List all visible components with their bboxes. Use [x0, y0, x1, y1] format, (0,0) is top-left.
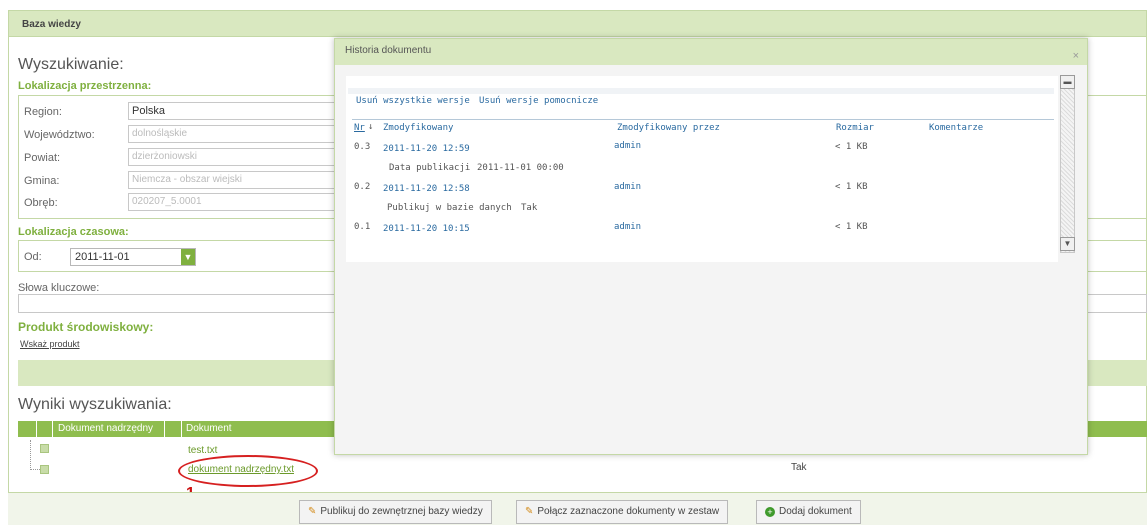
county-label: Powiat:	[24, 152, 61, 164]
delete-minor-versions-link[interactable]: Usuń wersje pomocnicze	[479, 96, 598, 106]
app-title: Baza wiedzy	[22, 19, 81, 30]
actions-strip	[348, 88, 1054, 94]
delete-all-versions-link[interactable]: Usuń wszystkie wersje	[356, 96, 470, 106]
column-modified-by[interactable]: Zmodyfikowany przez	[617, 123, 720, 133]
pencil-icon: ✎	[525, 506, 534, 517]
column-size[interactable]: Rozmiar	[836, 123, 874, 133]
merge-button[interactable]: ✎ Połącz zaznaczone dokumenty w zestaw	[516, 500, 729, 524]
row-checkbox[interactable]	[40, 465, 49, 474]
temporal-section-title: Lokalizacja czasowa:	[18, 226, 129, 238]
voivodeship-label: Województwo:	[24, 129, 95, 141]
document-link-test[interactable]: test.txt	[188, 445, 217, 456]
scroll-down-icon[interactable]: ▼	[1060, 237, 1075, 251]
spatial-section-title: Lokalizacja przestrzenna:	[18, 80, 152, 92]
version-detail-value: 2011-11-01 00:00	[477, 163, 564, 173]
region-label: Region:	[24, 106, 62, 118]
column-document: Dokument	[186, 423, 232, 434]
from-label: Od:	[24, 251, 42, 263]
scroll-up-icon[interactable]: ▬	[1060, 75, 1075, 89]
county-select[interactable]: dzierżoniowski	[128, 148, 338, 166]
modal-title: Historia dokumentu	[345, 45, 432, 56]
tree-connector	[30, 440, 40, 470]
publish-button-label: Publikuj do zewnętrznej bazy wiedzy	[320, 506, 483, 517]
version-size: < 1 KB	[835, 182, 868, 192]
modal-empty-area	[346, 262, 1072, 437]
voivodeship-select[interactable]: dolnośląskie	[128, 125, 338, 143]
version-size: < 1 KB	[835, 142, 868, 152]
from-date-input[interactable]: 2011-11-01	[70, 248, 196, 266]
app-title-bar: Baza wiedzy	[8, 10, 1147, 37]
publish-button[interactable]: ✎ Publikuj do zewnętrznej bazy wiedzy	[299, 500, 492, 524]
version-detail-value: Tak	[521, 203, 538, 213]
version-author[interactable]: admin	[614, 182, 641, 192]
pencil-icon: ✎	[308, 506, 317, 517]
plus-circle-icon: +	[765, 507, 775, 517]
region-select[interactable]: Polska	[128, 102, 338, 120]
version-author[interactable]: admin	[614, 141, 641, 151]
version-nr: 0.1	[354, 222, 371, 232]
select-product-link[interactable]: Wskaż produkt	[20, 339, 80, 349]
column-modified[interactable]: Zmodyfikowany	[383, 123, 453, 133]
annotation-oval	[178, 455, 318, 487]
version-date-link[interactable]: 2011-11-20 10:15	[383, 224, 470, 234]
product-section-title: Produkt środowiskowy:	[18, 320, 154, 334]
column-nr[interactable]: Nr	[354, 123, 365, 133]
precinct-select[interactable]: 020207_5.0001	[128, 193, 338, 211]
commune-select[interactable]: Niemcza - obszar wiejski	[128, 171, 338, 189]
version-detail-label: Data publikacji	[389, 163, 471, 173]
header-divider	[352, 119, 1054, 120]
version-nr: 0.2	[354, 182, 371, 192]
version-detail-label: Publikuj w bazie danych	[387, 203, 512, 213]
commune-label: Gmina:	[24, 175, 60, 187]
column-comments[interactable]: Komentarze	[929, 123, 983, 133]
results-heading: Wyniki wyszukiwania:	[18, 396, 172, 413]
modal-header: Historia dokumentu ×	[335, 39, 1087, 65]
search-heading: Wyszukiwanie:	[18, 56, 124, 73]
precinct-label: Obręb:	[24, 197, 58, 209]
keywords-label: Słowa kluczowe:	[18, 282, 100, 294]
add-document-button-label: Dodaj dokument	[779, 506, 852, 517]
version-nr: 0.3	[354, 142, 371, 152]
scrollbar-track[interactable]	[1060, 75, 1075, 253]
add-document-button[interactable]: + Dodaj dokument	[756, 500, 861, 524]
version-date-link[interactable]: 2011-11-20 12:59	[383, 144, 470, 154]
column-parent-document: Dokument nadrzędny	[58, 423, 154, 434]
version-size: < 1 KB	[835, 222, 868, 232]
version-date-link[interactable]: 2011-11-20 12:58	[383, 184, 470, 194]
row-checkbox[interactable]	[40, 444, 49, 453]
merge-button-label: Połącz zaznaczone dokumenty w zestaw	[537, 506, 720, 517]
row-flag-value: Tak	[791, 462, 807, 473]
sort-arrow-icon: ↓	[368, 122, 374, 132]
date-dropdown-chevron-icon[interactable]: ▼	[181, 249, 195, 265]
version-author[interactable]: admin	[614, 222, 641, 232]
